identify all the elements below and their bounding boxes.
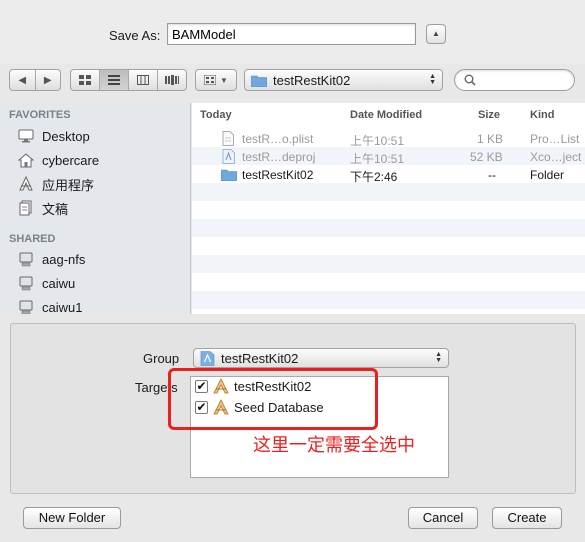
coverflow-view-icon	[165, 75, 179, 85]
search-field[interactable]	[454, 69, 575, 91]
list-view-button[interactable]	[100, 70, 129, 90]
coverflow-view-button[interactable]	[158, 70, 186, 90]
sidebar-item-label: caiwu	[42, 275, 76, 291]
view-mode-control[interactable]	[70, 69, 187, 91]
file-kind: Folder	[530, 168, 565, 182]
icon-view-icon	[79, 75, 91, 85]
home-icon	[18, 152, 34, 168]
file-row-xcodeproj[interactable]: testR…deproj 上午10:51 52 KB Xco…ject	[192, 148, 585, 166]
sidebar: FAVORITES Desktop cybercare 应用程序 文稿 SHAR…	[0, 103, 191, 314]
annotation-highlight-box	[168, 368, 378, 430]
file-size: 1 KB	[477, 132, 504, 146]
column-view-button[interactable]	[129, 70, 158, 90]
arrange-icon	[204, 75, 217, 85]
favorites-heading: FAVORITES	[9, 109, 71, 121]
forward-arrow-icon: ▶	[43, 74, 52, 86]
file-row-plist[interactable]: testR…o.plist 上午10:51 1 KB Pro…List	[192, 130, 585, 148]
annotation-text: 这里一定需要全选中	[253, 435, 415, 456]
row-background	[192, 201, 585, 219]
create-button[interactable]: Create	[492, 507, 562, 529]
icon-view-button[interactable]	[71, 70, 100, 90]
save-as-field[interactable]	[167, 23, 416, 45]
column-header-size[interactable]: Size	[478, 109, 500, 121]
sidebar-item-label: cybercare	[42, 152, 100, 168]
cancel-button[interactable]: Cancel	[408, 507, 478, 529]
file-date: 下午2:46	[350, 170, 398, 184]
row-background	[192, 273, 585, 291]
sidebar-item-caiwu1[interactable]: caiwu1	[18, 297, 82, 314]
sidebar-item-label: 文稿	[42, 201, 69, 217]
group-label: Group	[143, 351, 180, 366]
sidebar-item-label: 应用程序	[42, 177, 95, 193]
group-popup[interactable]: testRestKit02 ▲ ▼	[193, 348, 449, 368]
forward-button[interactable]: ▶	[36, 70, 61, 90]
back-forward-control[interactable]: ◀ ▶	[9, 69, 61, 91]
row-background	[192, 237, 585, 255]
file-kind: Xco…ject	[530, 150, 582, 164]
dropdown-triangle-icon: ▼	[220, 75, 228, 85]
file-kind: Pro…List	[530, 132, 580, 146]
shared-heading: SHARED	[9, 233, 56, 245]
applications-icon	[18, 176, 34, 192]
back-button[interactable]: ◀	[10, 70, 36, 90]
file-date: 上午10:51	[350, 134, 405, 148]
sidebar-item-documents[interactable]: 文稿	[18, 198, 68, 218]
file-size: 52 KB	[470, 150, 503, 164]
row-background	[192, 183, 585, 201]
file-name: testR…deproj	[242, 150, 316, 164]
column-header-date[interactable]: Date Modified	[350, 109, 422, 121]
arrange-control: ▼	[196, 70, 236, 90]
column-header-name[interactable]: Today	[200, 109, 232, 121]
file-browser-list[interactable]: Today Date Modified Size Kind testR…o.pl…	[192, 103, 585, 314]
chevron-up-icon: ▲	[432, 29, 440, 38]
column-view-icon	[137, 75, 149, 85]
folder-icon	[251, 75, 267, 87]
sidebar-item-caiwu[interactable]: caiwu	[18, 273, 75, 293]
folder-icon	[220, 168, 238, 184]
computer-icon	[18, 275, 34, 291]
save-as-label: Save As:	[109, 28, 161, 43]
popup-arrows-icon: ▲ ▼	[435, 351, 442, 364]
location-popup[interactable]: testRestKit02 ▲ ▼	[244, 69, 443, 91]
desktop-icon	[18, 128, 34, 144]
computer-icon	[18, 299, 34, 314]
documents-icon	[18, 200, 34, 216]
group-value: testRestKit02	[221, 350, 299, 366]
sidebar-item-label: Desktop	[42, 128, 90, 144]
popup-arrows-icon: ▲ ▼	[429, 73, 436, 86]
group-folder-icon	[200, 350, 215, 366]
plist-file-icon	[222, 131, 234, 149]
computer-icon	[18, 251, 34, 267]
column-header-kind[interactable]: Kind	[530, 109, 554, 121]
file-name: testR…o.plist	[242, 132, 314, 146]
sidebar-item-label: caiwu1	[42, 299, 83, 315]
sidebar-item-applications[interactable]: 应用程序	[18, 174, 94, 194]
sidebar-item-desktop[interactable]: Desktop	[18, 126, 90, 146]
row-background	[192, 291, 585, 309]
search-icon	[464, 74, 476, 86]
file-size: --	[488, 168, 496, 182]
back-arrow-icon: ◀	[18, 74, 27, 86]
new-folder-button[interactable]: New Folder	[23, 507, 121, 529]
file-row-folder[interactable]: testRestKit02 下午2:46 -- Folder	[192, 166, 585, 184]
arrange-menu-button[interactable]: ▼	[195, 69, 237, 91]
xcodeproj-file-icon	[222, 149, 235, 167]
location-label: testRestKit02	[273, 72, 351, 88]
collapse-dialog-button[interactable]: ▲	[426, 24, 446, 44]
file-date: 上午10:51	[350, 152, 405, 166]
row-background	[192, 219, 585, 237]
sidebar-item-cybercare[interactable]: cybercare	[18, 150, 99, 170]
sidebar-item-label: aag-nfs	[42, 251, 86, 267]
row-background	[192, 255, 585, 273]
sidebar-item-aag-nfs[interactable]: aag-nfs	[18, 249, 85, 269]
file-name: testRestKit02	[242, 168, 314, 182]
list-view-icon	[108, 75, 120, 85]
